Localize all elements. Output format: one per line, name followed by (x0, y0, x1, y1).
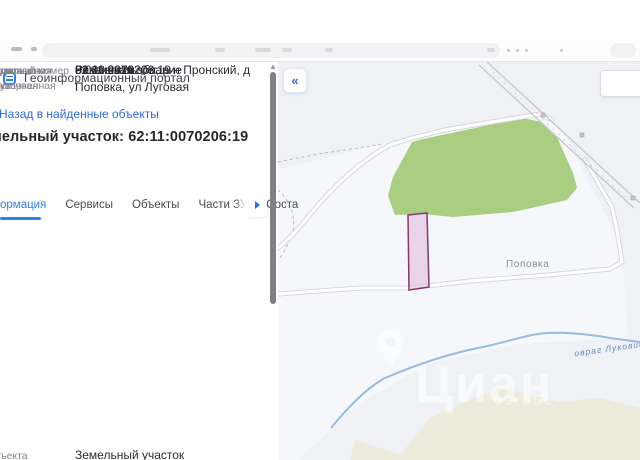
refresh-icon[interactable] (31, 47, 37, 51)
cian-watermark-digits: 62 555 (494, 392, 555, 408)
extension-icon[interactable] (516, 49, 519, 52)
window-top-area (0, 0, 640, 40)
panel-scrollbar[interactable] (270, 72, 276, 304)
map-canvas[interactable]: Циан 62 555 Поповка овраг Луковица « (278, 62, 640, 460)
row-label-line: ъекта (0, 450, 28, 460)
row-label: ль (0, 64, 70, 79)
url-text-mark (215, 48, 225, 52)
row-value: - (75, 63, 79, 77)
tab-parcel-parts[interactable]: Части ЗУ (198, 197, 247, 221)
browser-toolbar (0, 40, 640, 62)
browser-menu-icon[interactable] (560, 49, 563, 52)
url-text-mark (325, 48, 333, 52)
back-icon[interactable] (11, 47, 22, 51)
url-text-mark (255, 48, 271, 52)
url-text-mark (282, 48, 292, 52)
parcel-heading: мельный участок: 62:11:0070206:19 (0, 129, 249, 145)
url-text-mark (487, 48, 495, 52)
url-text-mark (150, 48, 170, 52)
row-label: ъекта жимости (0, 449, 70, 460)
back-to-results-link[interactable]: Назад в найденные объекты (0, 107, 159, 121)
tab-services[interactable]: Сервисы (65, 197, 113, 221)
selected-parcel-polygon[interactable] (407, 212, 430, 291)
tab-scroll-right-icon (254, 201, 260, 209)
active-tab-underline (0, 217, 41, 220)
extension-icon[interactable] (507, 49, 510, 52)
screen: Геоинформационный портал Назад в найденн… (0, 0, 640, 460)
tab-scroll-button[interactable] (247, 193, 267, 217)
address-bar[interactable] (42, 43, 500, 58)
collapse-left-icon: « (291, 73, 299, 88)
scrollbar-up-icon[interactable]: ▲ (269, 62, 277, 71)
village-label: Поповка (506, 259, 550, 270)
info-panel: Геоинформационный портал Назад в найденн… (0, 62, 298, 460)
row-label-line: ль (0, 65, 12, 77)
row-value: Земельный участок (75, 448, 185, 460)
extension-icon[interactable] (525, 49, 528, 52)
browser-profile-chip[interactable] (610, 43, 636, 58)
map-search-box[interactable] (600, 70, 640, 97)
collapse-panel-button[interactable]: « (283, 68, 307, 93)
tab-objects[interactable]: Объекты (132, 197, 179, 221)
forest-polygon (388, 118, 577, 217)
